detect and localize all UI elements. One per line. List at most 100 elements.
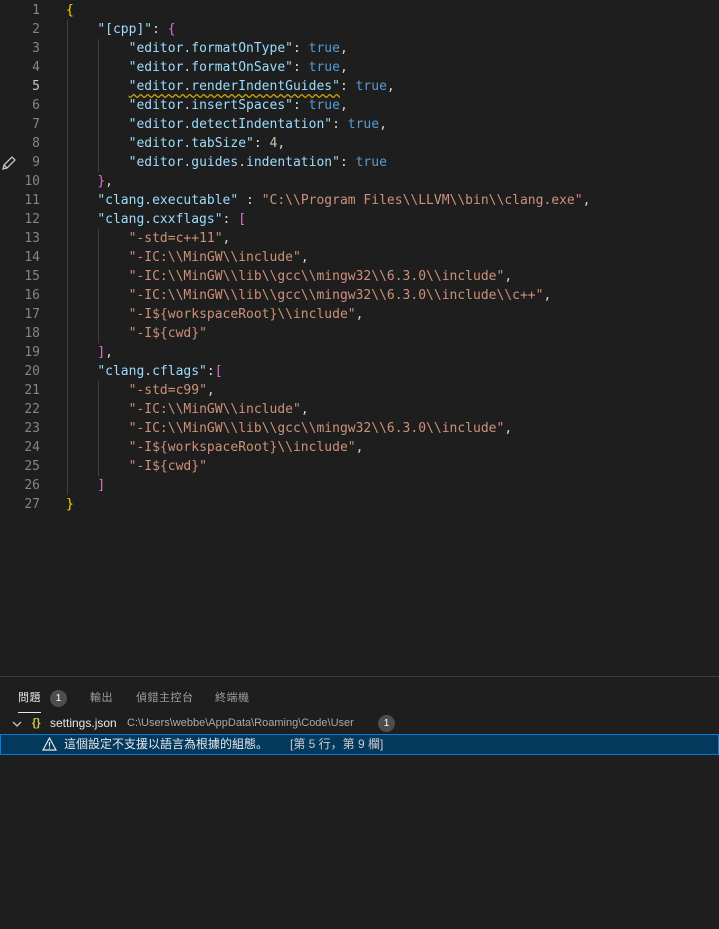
code-text: "-IC:\\MinGW\\lib\\gcc\\mingw32\\6.3.0\\… bbox=[128, 288, 552, 303]
line-number: 4 bbox=[32, 60, 40, 75]
line-number: 1 bbox=[32, 3, 40, 18]
line-number: 7 bbox=[32, 117, 40, 132]
bottom-panel: 問題 1 輸出 偵錯主控台 終端機 {} settings.json C:\Us… bbox=[0, 676, 719, 929]
tab-terminal[interactable]: 終端機 bbox=[215, 687, 250, 709]
code-text: "-I${workspaceRoot}\\include", bbox=[128, 440, 364, 455]
json-file-icon: {} bbox=[32, 717, 41, 729]
file-problem-count-badge: 1 bbox=[378, 715, 395, 732]
code-line[interactable]: 17 "-I${workspaceRoot}\\include", bbox=[0, 305, 719, 324]
tab-debug-console[interactable]: 偵錯主控台 bbox=[136, 687, 194, 709]
chevron-down-icon[interactable] bbox=[11, 718, 23, 730]
tab-output[interactable]: 輸出 bbox=[90, 687, 113, 709]
code-line[interactable]: 4 "editor.formatOnSave": true, bbox=[0, 58, 719, 77]
code-text: "editor.formatOnSave": true, bbox=[128, 60, 348, 75]
code-line[interactable]: 20 "clang.cflags":[ bbox=[0, 362, 719, 381]
code-line[interactable]: 16 "-IC:\\MinGW\\lib\\gcc\\mingw32\\6.3.… bbox=[0, 286, 719, 305]
code-line[interactable]: 10 }, bbox=[0, 172, 719, 191]
line-number: 16 bbox=[24, 288, 40, 303]
tab-problems[interactable]: 問題 bbox=[18, 687, 41, 713]
code-text: "-I${workspaceRoot}\\include", bbox=[128, 307, 364, 322]
code-text: } bbox=[66, 497, 74, 512]
line-number: 12 bbox=[24, 212, 40, 227]
line-number: 9 bbox=[32, 155, 40, 170]
problem-message: 這個設定不支援以語言為根據的組態。 bbox=[64, 737, 269, 751]
code-line[interactable]: 5 "editor.renderIndentGuides": true, bbox=[0, 77, 719, 96]
indent-guide bbox=[98, 381, 100, 476]
code-text: "-IC:\\MinGW\\include", bbox=[128, 402, 309, 417]
line-number: 19 bbox=[24, 345, 40, 360]
code-line[interactable]: 24 "-I${workspaceRoot}\\include", bbox=[0, 438, 719, 457]
code-line[interactable]: 19 ], bbox=[0, 343, 719, 362]
code-text: "editor.insertSpaces": true, bbox=[128, 98, 348, 113]
code-line[interactable]: 18 "-I${cwd}" bbox=[0, 324, 719, 343]
code-line[interactable]: 23 "-IC:\\MinGW\\lib\\gcc\\mingw32\\6.3.… bbox=[0, 419, 719, 438]
code-editor[interactable]: 1{2 "[cpp]": {3 "editor.formatOnType": t… bbox=[0, 0, 719, 676]
indent-guide bbox=[98, 229, 100, 343]
line-number: 20 bbox=[24, 364, 40, 379]
problem-location: [第 5 行，第 9 欄] bbox=[290, 737, 384, 751]
line-number: 8 bbox=[32, 136, 40, 151]
code-line[interactable]: 1{ bbox=[0, 1, 719, 20]
code-text: "clang.executable" : "C:\\Program Files\… bbox=[97, 193, 591, 208]
indent-guide bbox=[98, 39, 100, 172]
code-text: "editor.detectIndentation": true, bbox=[128, 117, 387, 132]
indent-guide bbox=[67, 20, 68, 495]
code-text: "clang.cflags":[ bbox=[97, 364, 223, 379]
code-line[interactable]: 11 "clang.executable" : "C:\\Program Fil… bbox=[0, 191, 719, 210]
line-number: 23 bbox=[24, 421, 40, 436]
file-path: C:\Users\webbe\AppData\Roaming\Code\User bbox=[127, 717, 354, 729]
code-text: ], bbox=[97, 345, 113, 360]
code-line[interactable]: 2 "[cpp]": { bbox=[0, 20, 719, 39]
code-text: "-I${cwd}" bbox=[128, 459, 207, 474]
line-number: 11 bbox=[24, 193, 40, 208]
line-number: 21 bbox=[24, 383, 40, 398]
code-line[interactable]: 9 "editor.guides.indentation": true bbox=[0, 153, 719, 172]
line-number: 14 bbox=[24, 250, 40, 265]
line-number: 26 bbox=[24, 478, 40, 493]
line-number: 10 bbox=[24, 174, 40, 189]
line-number: 6 bbox=[32, 98, 40, 113]
line-number: 18 bbox=[24, 326, 40, 341]
code-text: }, bbox=[97, 174, 113, 189]
line-number: 13 bbox=[24, 231, 40, 246]
line-number: 5 bbox=[32, 79, 40, 94]
code-text: "editor.guides.indentation": true bbox=[128, 155, 387, 170]
line-number: 3 bbox=[32, 41, 40, 56]
code-line[interactable]: 13 "-std=c++11", bbox=[0, 229, 719, 248]
code-line[interactable]: 8 "editor.tabSize": 4, bbox=[0, 134, 719, 153]
code-line[interactable]: 3 "editor.formatOnType": true, bbox=[0, 39, 719, 58]
code-line[interactable]: 6 "editor.insertSpaces": true, bbox=[0, 96, 719, 115]
code-text: "-IC:\\MinGW\\include", bbox=[128, 250, 309, 265]
warning-icon bbox=[42, 737, 57, 751]
code-line[interactable]: 15 "-IC:\\MinGW\\lib\\gcc\\mingw32\\6.3.… bbox=[0, 267, 719, 286]
line-number: 2 bbox=[32, 22, 40, 37]
code-line[interactable]: 27} bbox=[0, 495, 719, 514]
problems-count-badge: 1 bbox=[50, 690, 67, 707]
problem-file-row[interactable]: {} settings.json C:\Users\webbe\AppData\… bbox=[0, 712, 719, 734]
code-line[interactable]: 21 "-std=c99", bbox=[0, 381, 719, 400]
line-number: 17 bbox=[24, 307, 40, 322]
code-text: { bbox=[66, 3, 74, 18]
code-text: "-std=c++11", bbox=[128, 231, 231, 246]
line-number: 25 bbox=[24, 459, 40, 474]
line-number: 22 bbox=[24, 402, 40, 417]
code-line[interactable]: 26 ] bbox=[0, 476, 719, 495]
code-text: "-IC:\\MinGW\\lib\\gcc\\mingw32\\6.3.0\\… bbox=[128, 269, 513, 284]
line-number: 27 bbox=[24, 497, 40, 512]
code-line[interactable]: 7 "editor.detectIndentation": true, bbox=[0, 115, 719, 134]
code-text: "-I${cwd}" bbox=[128, 326, 207, 341]
code-text: "editor.renderIndentGuides": true, bbox=[128, 79, 395, 94]
file-name: settings.json bbox=[50, 716, 117, 730]
code-text: ] bbox=[97, 478, 106, 493]
code-line[interactable]: 25 "-I${cwd}" bbox=[0, 457, 719, 476]
line-number: 24 bbox=[24, 440, 40, 455]
code-line[interactable]: 12 "clang.cxxflags": [ bbox=[0, 210, 719, 229]
code-line[interactable]: 22 "-IC:\\MinGW\\include", bbox=[0, 400, 719, 419]
code-text: "-IC:\\MinGW\\lib\\gcc\\mingw32\\6.3.0\\… bbox=[128, 421, 513, 436]
code-line[interactable]: 14 "-IC:\\MinGW\\include", bbox=[0, 248, 719, 267]
problem-item[interactable]: 這個設定不支援以語言為根據的組態。 [第 5 行，第 9 欄] bbox=[0, 734, 719, 755]
code-text: "[cpp]": { bbox=[97, 22, 176, 37]
code-text: "editor.formatOnType": true, bbox=[128, 41, 348, 56]
code-text: "-std=c99", bbox=[128, 383, 215, 398]
line-number: 15 bbox=[24, 269, 40, 284]
